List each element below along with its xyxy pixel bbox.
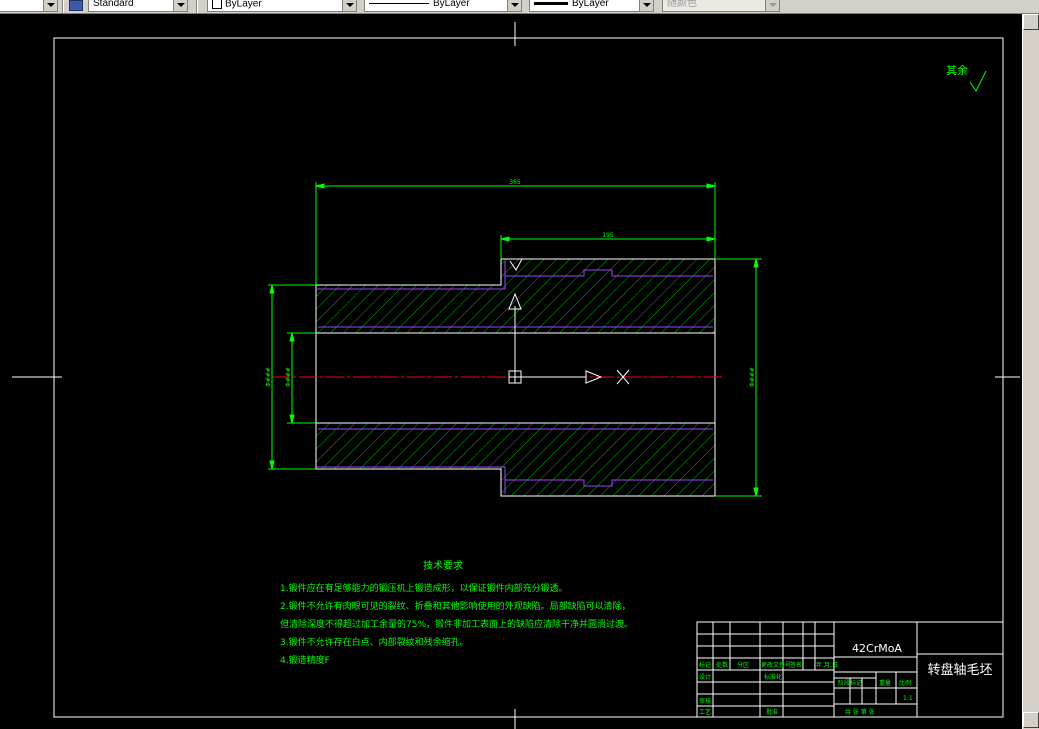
- lineweight-value: ByLayer: [572, 0, 609, 9]
- tech-line: 4.锻造精度F: [280, 654, 330, 666]
- tb-scale: 1:1: [903, 695, 913, 702]
- tech-title: 技术要求: [423, 559, 463, 572]
- properties-toolbar: Standard ByLayer ByLayer ByLayer 随颜色: [0, 0, 1039, 14]
- layer-color-value: ByLayer: [225, 0, 262, 10]
- tb-header: 年.月.日: [816, 661, 838, 669]
- text-style-value: Standard: [93, 0, 134, 9]
- tb-approve: 批准: [766, 708, 778, 716]
- roughness-note: 其余: [946, 63, 968, 77]
- tech-line: 但清除深度不得超过加工余量的75%，锻件非加工表面上的缺陷应清除干净并圆滑过渡。: [280, 618, 633, 630]
- tech-line: 3.锻件不允许存在白点、内部裂纹和残余缩孔。: [280, 636, 469, 648]
- dropdown-arrow-icon[interactable]: [639, 0, 653, 11]
- dim-right-outer-dia: Φ###: [749, 367, 756, 387]
- linetype-combo[interactable]: ByLayer: [364, 0, 522, 12]
- tb-sheets: 共 张 第 张: [845, 708, 875, 716]
- dim-overall-length: 365: [509, 179, 521, 186]
- tech-line: 2.锻件不允许有肉眼可见的裂纹、折叠和其他影响使用的外观缺陷。局部缺陷可以清除，: [280, 600, 631, 612]
- color-swatch-icon: [212, 0, 222, 9]
- tb-header: 更改文件号: [761, 661, 791, 669]
- tb-weight: 重量: [879, 679, 891, 687]
- prev-combo[interactable]: [0, 0, 58, 12]
- tech-line: 1.锻件应在有足够能力的锻压机上锻造成形，以保证锻件内部充分锻透。: [280, 582, 568, 594]
- vertical-scrollbar[interactable]: [1022, 14, 1039, 729]
- layer-color-combo[interactable]: ByLayer: [207, 0, 357, 12]
- linetype-preview-icon: [369, 2, 429, 4]
- tb-stage-mark: 阶段标记: [838, 679, 862, 687]
- tb-header: 标记: [699, 661, 711, 669]
- tb-material: 42CrMoA: [852, 642, 902, 655]
- drawing-canvas[interactable]: 其余 365 195 Φ### Φ### Φ### 技术要求 1.锻件应在有足够…: [0, 14, 1022, 729]
- dropdown-arrow-icon: [765, 0, 779, 11]
- dropdown-arrow-icon[interactable]: [342, 0, 356, 11]
- dim-bore-dia: Φ###: [285, 367, 292, 387]
- tb-review: 审核: [699, 697, 711, 705]
- lineweight-combo[interactable]: ByLayer: [529, 0, 654, 12]
- dim-left-outer-dia: Φ###: [265, 367, 272, 387]
- scroll-up-icon[interactable]: [1023, 14, 1039, 30]
- part-section-view: [272, 258, 724, 497]
- tb-scale-label: 比例: [899, 679, 911, 687]
- plot-style-value: 随颜色: [667, 0, 697, 9]
- plot-style-combo: 随颜色: [662, 0, 780, 12]
- lineweight-preview-icon: [534, 1, 568, 5]
- tb-header: 处数: [716, 661, 728, 669]
- linetype-value: ByLayer: [433, 0, 470, 9]
- scroll-down-icon[interactable]: [1023, 712, 1039, 728]
- dropdown-arrow-icon[interactable]: [43, 0, 57, 11]
- tb-standardization: 标准化: [764, 673, 782, 681]
- toolbar-separator: [62, 0, 64, 13]
- dim-step-length: 195: [602, 232, 614, 239]
- dropdown-arrow-icon[interactable]: [507, 0, 521, 11]
- tb-part-name: 转盘轴毛坯: [927, 662, 992, 678]
- tb-header: 分区: [737, 661, 749, 669]
- tb-process: 工艺: [699, 708, 711, 716]
- text-style-combo[interactable]: Standard: [88, 0, 188, 12]
- dropdown-arrow-icon[interactable]: [173, 0, 187, 11]
- toolbar-separator: [196, 0, 198, 13]
- text-style-icon[interactable]: [69, 0, 83, 11]
- tb-header: 签名: [790, 661, 802, 669]
- tb-design: 设计: [699, 673, 711, 681]
